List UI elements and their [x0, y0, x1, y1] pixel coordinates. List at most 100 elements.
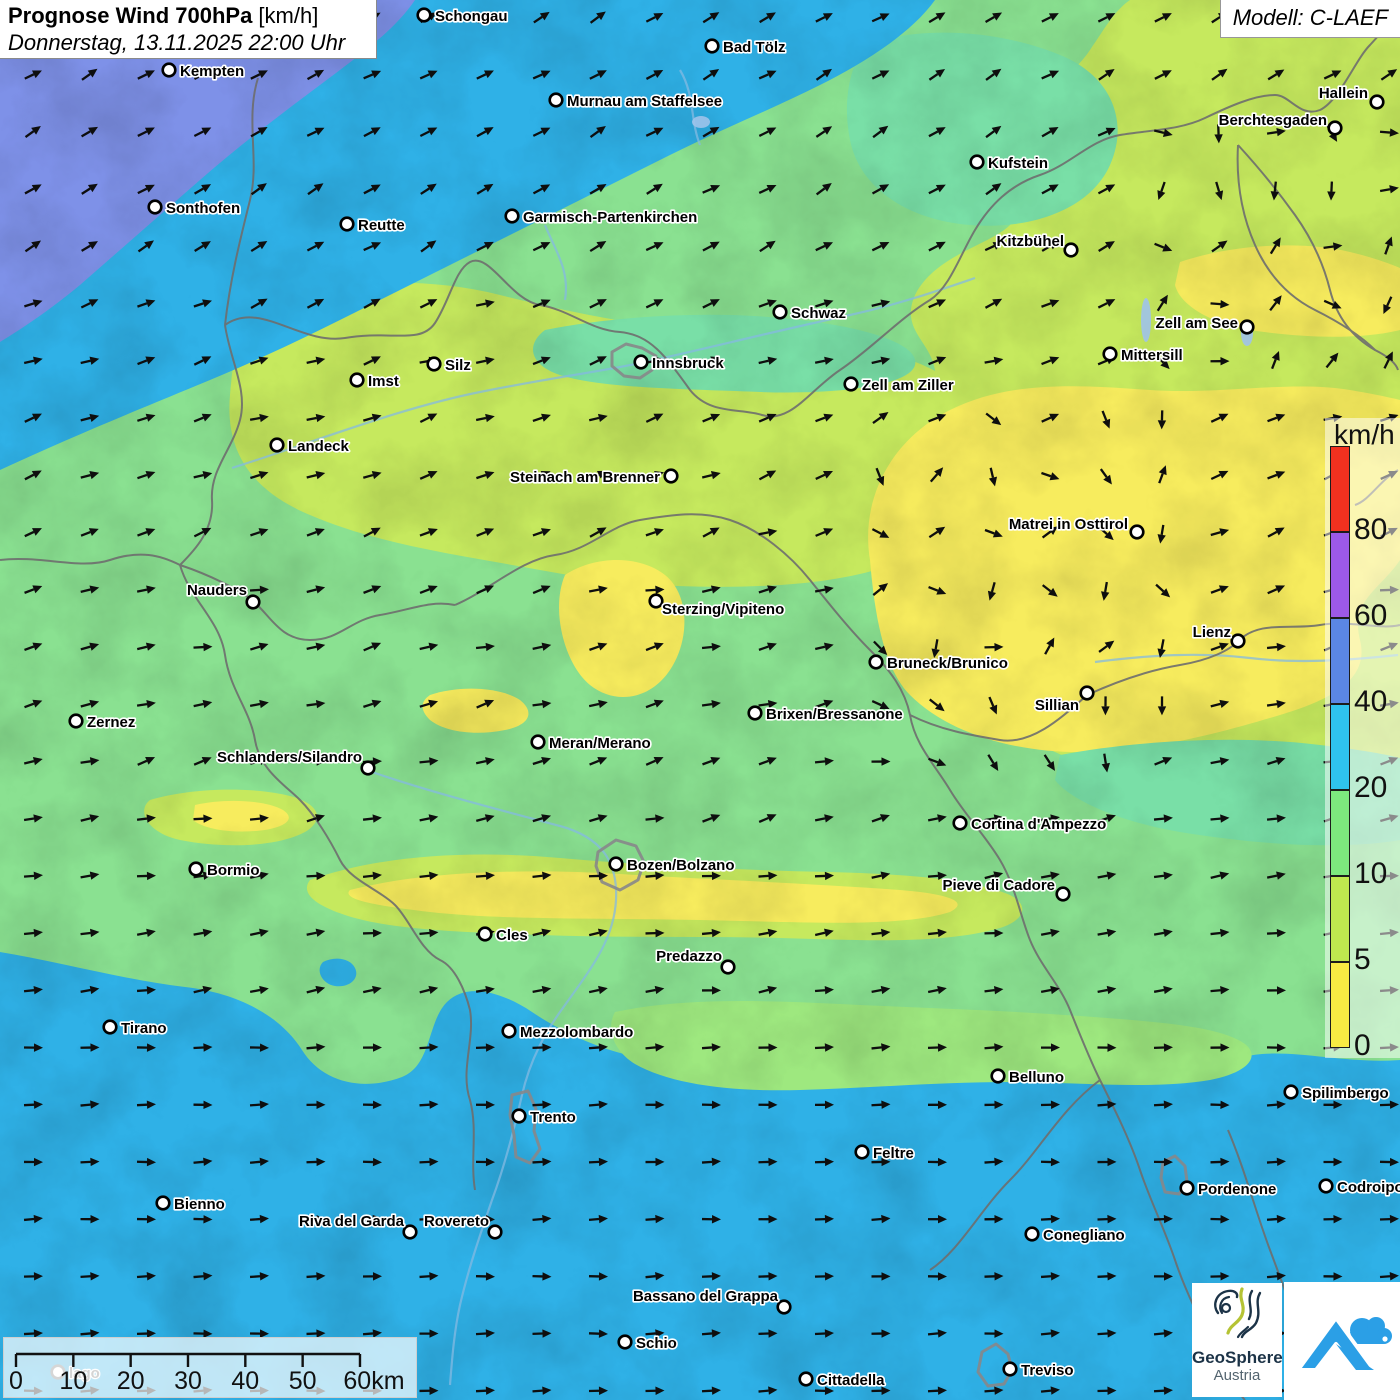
city-dot: [149, 201, 162, 214]
city-label: Sonthofen: [166, 200, 240, 217]
city-dot: [778, 1301, 791, 1314]
scale-label: 20: [117, 1367, 145, 1395]
city-label: Zell am Ziller: [862, 377, 954, 394]
city-label: Rovereto: [424, 1213, 489, 1230]
city-label: Pieve di Cadore: [942, 877, 1055, 894]
city-dot: [190, 863, 203, 876]
legend-tick-label: 10: [1354, 858, 1400, 890]
city-label: Schwaz: [791, 305, 846, 322]
city-label: Pordenone: [1198, 1181, 1276, 1198]
geosphere-logo: GeoSphere Austria: [1192, 1283, 1282, 1397]
city-marker: Bozen/Bolzano: [610, 857, 735, 874]
scale-bar-ruler: 0102030405060km: [4, 1338, 416, 1397]
city-label: Cortina d'Ampezzo: [971, 816, 1106, 833]
city-dot: [489, 1226, 502, 1239]
city-label: Bormio: [207, 862, 260, 879]
city-dot: [1241, 321, 1254, 334]
city-label: Reutte: [358, 217, 405, 234]
city-label: Bienno: [174, 1196, 225, 1213]
city-dot: [650, 595, 663, 608]
city-dot: [1181, 1182, 1194, 1195]
title-box: Prognose Wind 700hPa [km/h] Donnerstag, …: [0, 0, 377, 59]
city-label: Brixen/Bressanone: [766, 706, 903, 723]
city-label: Tirano: [121, 1020, 167, 1037]
legend-tick-label: 80: [1354, 514, 1400, 546]
city-label: Riva del Garda: [299, 1213, 405, 1230]
city-dot: [1131, 526, 1144, 539]
city-dot: [157, 1197, 170, 1210]
city-dot: [104, 1021, 117, 1034]
scale-label: 0: [9, 1367, 23, 1395]
legend-tick-label: 60: [1354, 600, 1400, 632]
city-label: Sillian: [1035, 697, 1079, 714]
city-dot: [870, 656, 883, 669]
title-unit: [km/h]: [252, 3, 318, 28]
city-label: Cittadella: [817, 1372, 885, 1389]
scale-bar: 0102030405060km: [3, 1337, 417, 1398]
city-dot: [619, 1336, 632, 1349]
city-label: Belluno: [1009, 1069, 1064, 1086]
city-dot: [418, 9, 431, 22]
city-dot: [404, 1226, 417, 1239]
city-dot: [1065, 244, 1078, 257]
geosphere-contour-icon: [1204, 1283, 1270, 1343]
city-label: Mezzolombardo: [520, 1024, 633, 1041]
legend-segment-10-20: [1330, 790, 1350, 876]
city-dot: [635, 356, 648, 369]
mountain-cloud-icon: [1284, 1282, 1400, 1400]
city-dot: [992, 1070, 1005, 1083]
city-dot: [800, 1373, 813, 1386]
city-dot: [706, 40, 719, 53]
city-dot: [513, 1110, 526, 1123]
city-dot: [1285, 1086, 1298, 1099]
geosphere-name: GeoSphere: [1192, 1349, 1282, 1367]
city-label: Innsbruck: [652, 355, 724, 372]
city-label: Kitzbühel: [997, 233, 1065, 250]
city-label: Sterzing/Vipiteno: [662, 601, 784, 618]
city-label: Bruneck/Brunico: [887, 655, 1008, 672]
city-label: Berchtesgaden: [1219, 112, 1327, 129]
legend-segment-40-60: [1330, 618, 1350, 704]
model-label: Modell: C-LAEF: [1233, 5, 1388, 30]
city-dot: [1104, 348, 1117, 361]
legend-tick-label: 40: [1354, 686, 1400, 718]
city-dot: [856, 1146, 869, 1159]
city-label: Mittersill: [1121, 347, 1183, 364]
city-dot: [1026, 1228, 1039, 1241]
page-subtitle: Donnerstag, 13.11.2025 22:00 Uhr: [8, 30, 376, 56]
legend-segment->80: [1330, 446, 1350, 532]
city-label: Bad Tölz: [723, 39, 786, 56]
city-marker: Bruneck/Brunico: [870, 655, 1008, 672]
city-label: Treviso: [1021, 1362, 1074, 1379]
city-label: Meran/Merano: [549, 735, 651, 752]
city-label: Bassano del Grappa: [633, 1288, 779, 1305]
title-main: Prognose Wind 700hPa: [8, 3, 252, 28]
city-dot: [503, 1025, 516, 1038]
city-label: Cles: [496, 927, 528, 944]
city-label: Zell am See: [1155, 315, 1238, 332]
wind-map: SchongauBad TölzKemptenMurnau am Staffel…: [0, 0, 1400, 1400]
city-marker: Meran/Merano: [532, 735, 651, 752]
avalanche-logo: [1284, 1282, 1400, 1400]
city-dot: [163, 64, 176, 77]
city-label: Schongau: [435, 8, 508, 25]
scale-label: 50: [289, 1367, 317, 1395]
city-marker: Imst: [351, 373, 399, 390]
scale-label: 30: [174, 1367, 202, 1395]
city-label: Zernez: [87, 714, 135, 731]
city-label: Bozen/Bolzano: [627, 857, 735, 874]
city-label: Schio: [636, 1335, 677, 1352]
city-label: Schlanders/Silandro: [217, 749, 362, 766]
legend-tick-label: 5: [1354, 944, 1400, 976]
city-label: Conegliano: [1043, 1227, 1125, 1244]
city-dot: [1232, 635, 1245, 648]
legend-color-bar: [1330, 446, 1350, 1048]
city-label: Landeck: [288, 438, 350, 455]
city-dot: [665, 470, 678, 483]
city-label: Trento: [530, 1109, 576, 1126]
city-label: Codroipo: [1337, 1179, 1400, 1196]
city-marker: Mezzolombardo: [503, 1024, 634, 1041]
city-label: Spilimbergo: [1302, 1085, 1389, 1102]
city-marker: Cortina d'Ampezzo: [954, 816, 1107, 833]
city-dot: [971, 156, 984, 169]
